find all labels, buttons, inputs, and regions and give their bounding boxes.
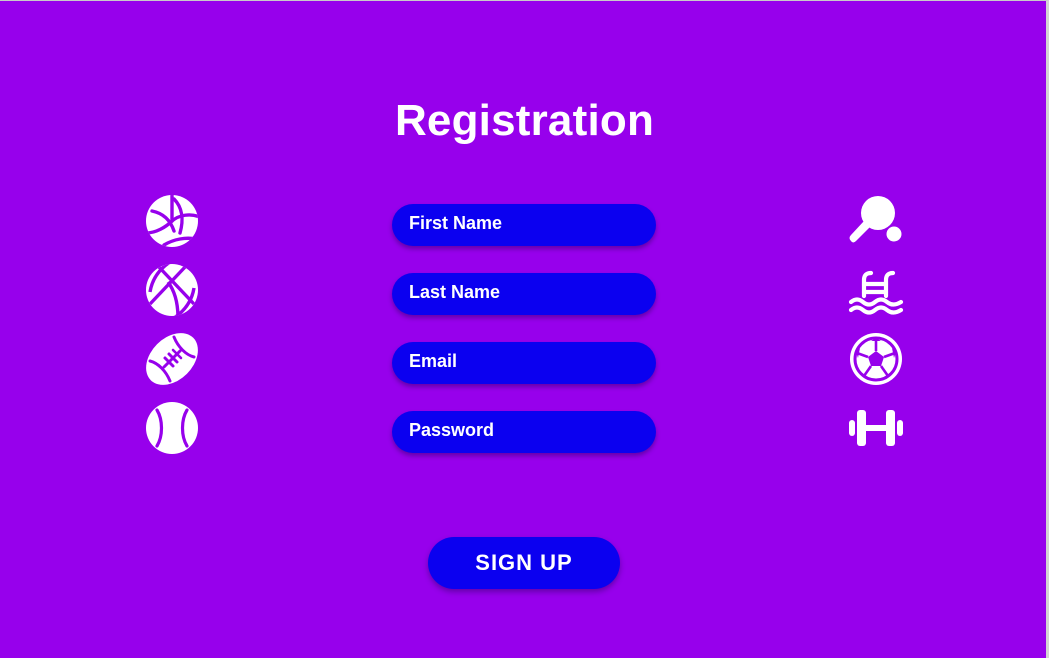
baseball-icon [144, 400, 200, 456]
soccer-ball-icon [848, 331, 904, 387]
swimming-pool-icon [848, 262, 904, 318]
email-field[interactable] [392, 342, 656, 384]
first-name-input[interactable] [392, 204, 656, 246]
dumbbell-icon [848, 400, 904, 456]
email-input[interactable] [392, 342, 656, 384]
volleyball-icon [144, 193, 200, 249]
basketball-icon [144, 262, 200, 318]
table-tennis-icon [848, 193, 904, 249]
registration-page: Registration First Name Last Name Email … [0, 0, 1049, 658]
first-name-field[interactable] [392, 204, 656, 246]
sign-up-button[interactable]: SIGN UP [428, 537, 620, 589]
last-name-input[interactable] [392, 273, 656, 315]
page-title: Registration [394, 96, 655, 145]
last-name-field[interactable] [392, 273, 656, 315]
password-input[interactable] [392, 411, 656, 453]
password-field[interactable] [392, 411, 656, 453]
football-icon [144, 331, 200, 387]
